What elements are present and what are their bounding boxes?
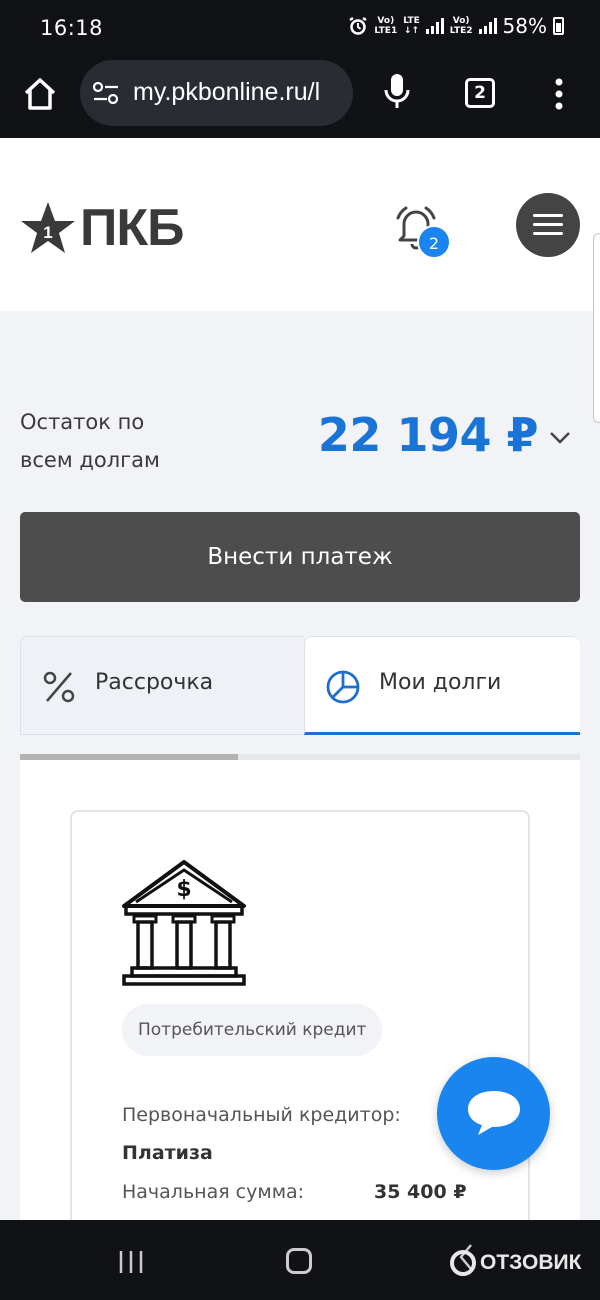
home-nav-icon[interactable] — [286, 1248, 312, 1274]
loan-type-chip: Потребительский кредит — [122, 1004, 383, 1056]
lte-bottom: ↓↑ — [403, 26, 420, 36]
status-bar: 16:18 Vo) LTE1 LTE ↓↑ Vo) LTE2 58% — [0, 0, 600, 58]
hamburger-icon-line — [533, 223, 563, 226]
pie-chart-icon — [326, 670, 360, 704]
hamburger-icon-line — [533, 232, 563, 235]
mic-icon[interactable] — [383, 72, 411, 112]
creditor-label: Первоначальный кредитор: — [122, 1104, 401, 1126]
alarm-icon — [349, 16, 368, 35]
more-vert-icon[interactable] — [552, 76, 566, 112]
volte-2-indicator: Vo) LTE2 — [450, 16, 473, 36]
site-logo[interactable]: 1 ПКБ — [20, 199, 190, 257]
system-nav-bar: ОТЗОВИК — [0, 1220, 600, 1300]
recent-apps-icon[interactable] — [118, 1249, 144, 1275]
battery-icon — [553, 17, 564, 35]
star-logo-icon: 1 — [21, 202, 75, 253]
watermark-text: ОТЗОВИК — [480, 1251, 582, 1274]
tab-switcher-button[interactable]: 2 — [465, 78, 495, 108]
bank-building-icon: $ — [122, 860, 246, 986]
debt-label-line2: всем долгам — [20, 448, 160, 472]
otzovik-watermark: ОТЗОВИК — [450, 1250, 581, 1276]
home-icon[interactable] — [22, 76, 58, 112]
url-text: my.pkbonline.ru/l — [133, 78, 321, 106]
tune-icon[interactable] — [93, 82, 119, 104]
address-bar[interactable]: my.pkbonline.ru/l — [80, 60, 353, 126]
browser-toolbar: my.pkbonline.ru/l 2 — [0, 58, 600, 138]
logo-text: ПКБ — [80, 199, 184, 257]
notification-badge: 2 — [417, 225, 451, 259]
debt-label: Остаток по всем долгам — [20, 403, 160, 479]
chat-button[interactable] — [437, 1057, 550, 1170]
watermark-ring-icon — [450, 1250, 476, 1276]
tab-my-debts[interactable]: Мои долги — [304, 636, 580, 735]
tab-my-debts-label: Мои долги — [379, 670, 502, 695]
chevron-down-icon[interactable] — [549, 431, 571, 445]
chat-bubble-icon — [468, 1091, 520, 1135]
signal-icon-2 — [478, 18, 497, 34]
scroll-handle[interactable] — [593, 233, 600, 423]
logo-star-number: 1 — [43, 223, 52, 242]
battery-percent: 58% — [502, 14, 547, 38]
debt-amount: 22 194 ₽ — [317, 408, 539, 462]
tab-installment-label: Рассрочка — [95, 670, 214, 695]
lte-indicator: LTE ↓↑ — [403, 16, 420, 36]
volte-1-indicator: Vo) LTE1 — [374, 16, 397, 36]
site-header: 1 ПКБ 2 — [0, 138, 600, 311]
make-payment-button[interactable]: Внести платеж — [20, 512, 580, 602]
volte-1-top: Vo) — [377, 16, 395, 26]
hamburger-icon — [533, 214, 563, 217]
debt-label-line1: Остаток по — [20, 410, 145, 434]
volte-2-top: Vo) — [452, 16, 470, 26]
status-icons: Vo) LTE1 LTE ↓↑ Vo) LTE2 58% — [348, 14, 564, 38]
volte-1-bottom: LTE1 — [374, 26, 398, 36]
hamburger-menu-button[interactable] — [516, 193, 580, 257]
initial-sum-value: 35 400 ₽ — [374, 1181, 467, 1203]
volte-2-bottom: LTE2 — [449, 26, 473, 36]
creditor-value: Платиза — [122, 1142, 213, 1164]
initial-sum-label: Начальная сумма: — [122, 1181, 305, 1203]
percent-icon — [43, 671, 75, 703]
svg-text:$: $ — [176, 877, 191, 902]
web-content: 1 ПКБ 2 Остаток по всем долгам 22 194 ₽ … — [0, 138, 600, 1220]
lte-top: LTE — [403, 16, 420, 26]
tab-installment[interactable]: Рассрочка — [20, 636, 304, 735]
signal-icon — [425, 18, 444, 34]
status-time: 16:18 — [40, 16, 104, 40]
